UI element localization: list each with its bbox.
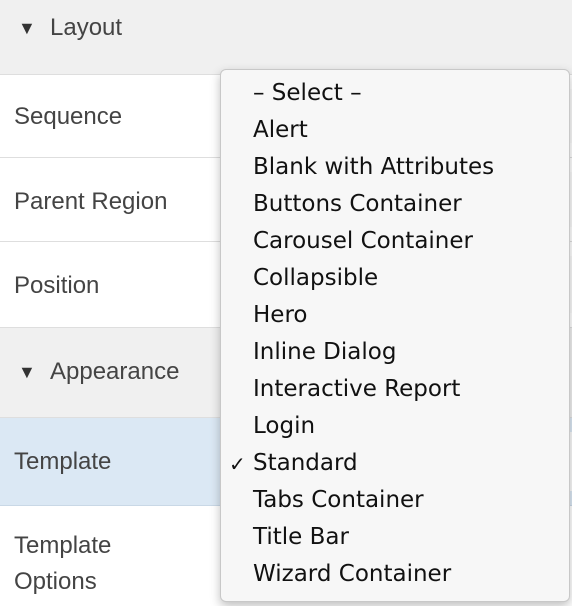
dropdown-option[interactable]: Wizard Container	[253, 561, 451, 587]
dropdown-option[interactable]: Tabs Container	[253, 487, 424, 513]
dropdown-option[interactable]: Collapsible	[253, 265, 378, 291]
layout-group-label: Layout	[50, 14, 123, 41]
appearance-group-label: Appearance	[50, 358, 180, 385]
collapse-caret-icon[interactable]: ▼	[18, 362, 36, 383]
template-options-label-line1: Template	[14, 532, 112, 559]
dropdown-option[interactable]: Inline Dialog	[253, 339, 396, 365]
sequence-label: Sequence	[14, 103, 123, 130]
template-options-label-line2: Options	[14, 568, 97, 595]
position-label: Position	[14, 272, 100, 299]
dropdown-option[interactable]: Alert	[253, 117, 308, 143]
template-label: Template	[14, 448, 112, 475]
dropdown-option[interactable]: Carousel Container	[253, 228, 473, 254]
template-dropdown-menu[interactable]: – Select – Alert Blank with Attributes B…	[220, 69, 570, 602]
dropdown-option[interactable]: Title Bar	[253, 524, 349, 550]
dropdown-option[interactable]: Login	[253, 413, 315, 439]
dropdown-option[interactable]: Buttons Container	[253, 191, 462, 217]
dropdown-option[interactable]: Interactive Report	[253, 376, 460, 402]
parent-region-label: Parent Region	[14, 188, 168, 215]
dropdown-option[interactable]: Hero	[253, 302, 307, 328]
collapse-caret-icon[interactable]: ▼	[18, 18, 36, 39]
checkmark-icon: ✓	[229, 452, 246, 476]
dropdown-option-selected[interactable]: Standard	[253, 450, 358, 476]
dropdown-option[interactable]: Blank with Attributes	[253, 154, 494, 180]
dropdown-option[interactable]: – Select –	[253, 80, 362, 106]
layout-group-header[interactable]: ▼ Layout	[0, 0, 572, 75]
